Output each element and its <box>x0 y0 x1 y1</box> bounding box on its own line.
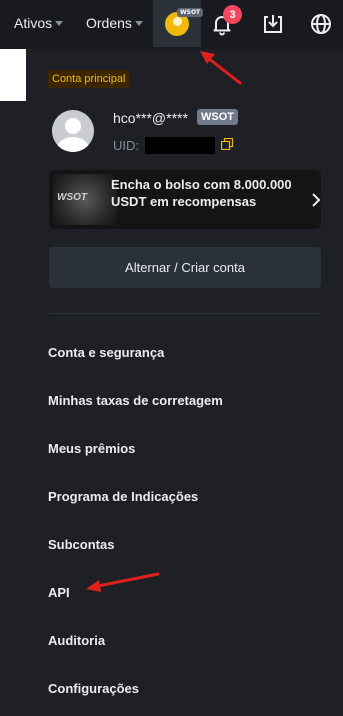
uid-redacted <box>145 137 215 154</box>
uid-label: UID: <box>113 138 139 153</box>
menu-item-brokerage-fees[interactable]: Minhas taxas de corretagem <box>48 393 223 408</box>
notification-badge: 3 <box>223 5 242 24</box>
nav-assets[interactable]: Ativos <box>14 15 64 31</box>
menu-item-audit[interactable]: Auditoria <box>48 633 105 648</box>
menu-item-account-security[interactable]: Conta e segurança <box>48 345 164 360</box>
menu-item-rewards[interactable]: Meus prêmios <box>48 441 135 456</box>
switch-create-account-button[interactable]: Alternar / Criar conta <box>49 247 321 288</box>
chevron-right-icon <box>312 193 321 207</box>
promo-text: Encha o bolso com 8.000.000 USDT em reco… <box>111 177 292 209</box>
menu-item-subaccounts[interactable]: Subcontas <box>48 537 114 552</box>
menu-item-api[interactable]: API <box>48 585 70 600</box>
globe-icon[interactable] <box>309 12 333 36</box>
account-wsot-tag: WSOT <box>197 109 238 125</box>
background-page <box>0 49 26 716</box>
menu-item-settings[interactable]: Configurações <box>48 681 139 696</box>
background-page-header <box>0 49 26 101</box>
nav-assets-label: Ativos <box>14 15 53 31</box>
top-navbar: Ativos Ordens WSOT 3 <box>0 0 343 49</box>
promo-logo-text: WSOT <box>57 192 87 203</box>
account-avatar-button[interactable]: WSOT <box>153 0 204 47</box>
nav-orders[interactable]: Ordens <box>86 15 143 31</box>
copy-icon[interactable] <box>221 138 233 150</box>
promo-banner[interactable]: WSOT Encha o bolso com 8.000.000 USDT em… <box>49 170 321 229</box>
account-email: hco***@**** <box>113 110 188 126</box>
caret-down-icon <box>55 21 64 26</box>
account-type-label: Conta principal <box>48 70 130 88</box>
account-dropdown-panel: Conta principal hco***@**** WSOT UID: WS… <box>26 49 343 716</box>
user-avatar <box>52 110 94 152</box>
avatar-wsot-badge: WSOT <box>177 8 204 17</box>
download-icon[interactable] <box>261 12 285 36</box>
menu-item-referral-program[interactable]: Programa de Indicações <box>48 489 198 504</box>
divider <box>49 313 321 314</box>
nav-orders-label: Ordens <box>86 15 132 31</box>
caret-down-icon <box>134 21 143 26</box>
promo-image: WSOT <box>53 174 117 225</box>
